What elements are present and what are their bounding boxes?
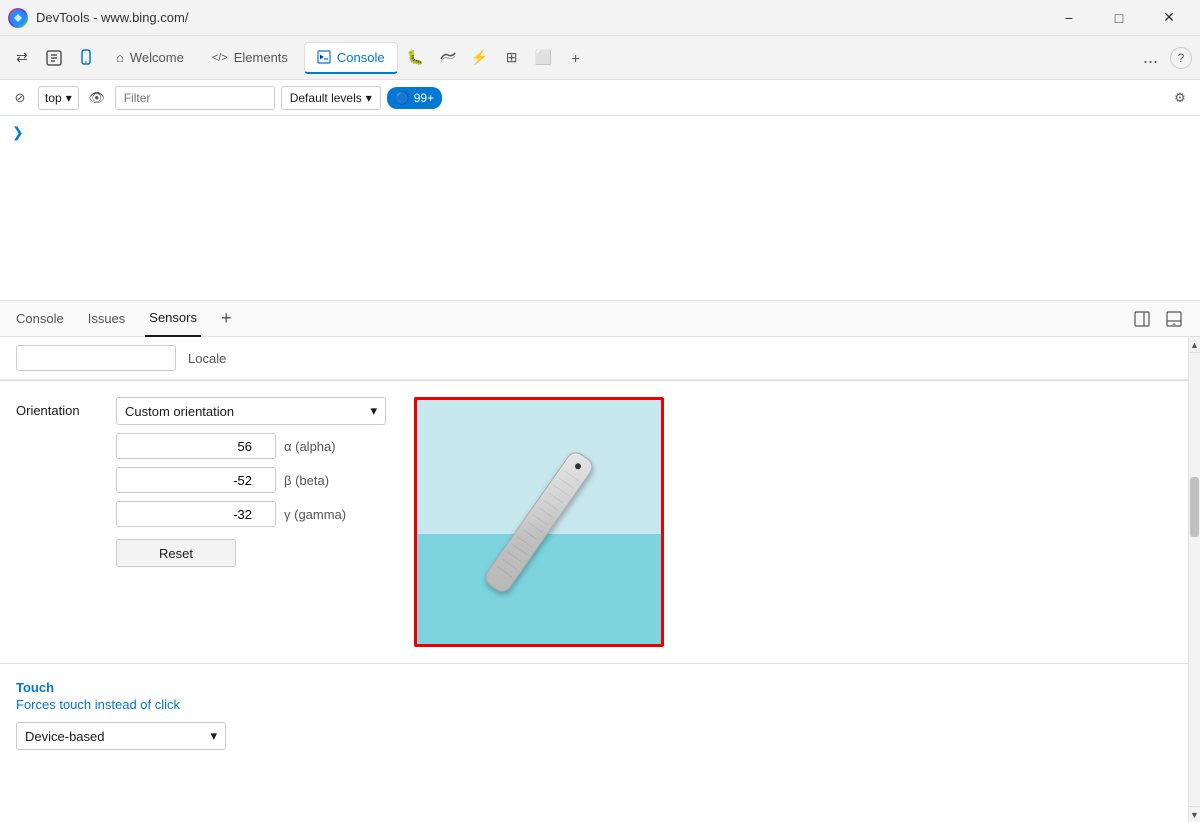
context-selector[interactable]: top ▾ <box>38 86 79 110</box>
dock-side-icon[interactable] <box>1128 305 1156 333</box>
app-logo <box>8 8 28 28</box>
touch-description: Forces touch instead of click <box>16 697 1172 712</box>
touch-section: Touch Forces touch instead of click Devi… <box>0 664 1188 766</box>
gamma-input[interactable] <box>116 501 276 527</box>
expand-icon[interactable]: ❯ <box>0 116 1200 149</box>
chevron-down-icon: ▾ <box>370 403 377 419</box>
tab-welcome-label: Welcome <box>130 50 184 65</box>
tab-console[interactable]: Console <box>304 42 398 74</box>
scroll-down-button[interactable]: ▼ <box>1188 806 1200 822</box>
eye-icon[interactable]: 👁 <box>85 86 109 110</box>
scroll-up-button[interactable]: ▲ <box>1188 337 1200 353</box>
touch-title: Touch <box>16 680 1172 695</box>
touch-dropdown[interactable]: Device-based ▾ <box>16 722 226 750</box>
device-icon[interactable] <box>72 44 100 72</box>
orientation-dropdown[interactable]: Custom orientation ▾ <box>116 397 386 425</box>
tab-application-icon[interactable]: ⬜ <box>530 44 558 72</box>
window-controls: − □ ✕ <box>1046 0 1192 36</box>
gamma-row: γ (gamma) <box>116 501 386 527</box>
maximize-button[interactable]: □ <box>1096 0 1142 36</box>
panel-console-label: Console <box>16 311 64 326</box>
orientation-label: Orientation <box>16 397 96 418</box>
phone-visualization <box>414 397 664 647</box>
beta-row: β (beta) <box>116 467 386 493</box>
chevron-down-icon: ▾ <box>210 728 217 744</box>
context-label: top <box>45 91 62 105</box>
main-content: ❯ Console Issues Sensors + <box>0 116 1200 822</box>
log-levels-button[interactable]: Default levels ▾ <box>281 86 381 110</box>
tab-console-label: Console <box>337 50 385 65</box>
viz-ground <box>417 534 661 644</box>
console-icon <box>317 50 331 64</box>
clear-console-icon[interactable]: ⊘ <box>8 86 32 110</box>
filter-input[interactable] <box>115 86 275 110</box>
chevron-down-icon: ▾ <box>366 91 372 105</box>
dock-bottom-icon[interactable] <box>1160 305 1188 333</box>
close-button[interactable]: ✕ <box>1146 0 1192 36</box>
window-title: DevTools - www.bing.com/ <box>36 10 1038 25</box>
locale-input[interactable] <box>16 345 176 371</box>
tab-add-icon[interactable]: + <box>562 44 590 72</box>
sensors-scroll-area: Locale Orientation Custom orientation ▾ … <box>0 337 1188 822</box>
add-panel-button[interactable]: + <box>217 308 236 329</box>
locale-label: Locale <box>188 351 226 366</box>
back-forward-icon[interactable]: ⇄ <box>8 44 36 72</box>
locale-row: Locale <box>0 337 1188 380</box>
tab-elements-label: Elements <box>234 50 288 65</box>
scrollbar-thumb[interactable] <box>1190 477 1199 537</box>
vertical-scrollbar <box>1188 337 1200 822</box>
orientation-value: Custom orientation <box>125 404 234 419</box>
panel-sensors-label: Sensors <box>149 310 197 325</box>
help-icon[interactable]: ? <box>1170 47 1192 69</box>
beta-input[interactable] <box>116 467 276 493</box>
tab-panel-sensors[interactable]: Sensors <box>145 301 201 337</box>
tab-panel-console[interactable]: Console <box>12 301 68 337</box>
titlebar: DevTools - www.bing.com/ − □ ✕ <box>0 0 1200 36</box>
console-toolbar: ⊘ top ▾ 👁 Default levels ▾ 🔵 99+ ⚙ <box>0 80 1200 116</box>
minimize-button[interactable]: − <box>1046 0 1092 36</box>
more-tabs-button[interactable]: ... <box>1135 43 1166 72</box>
console-output: ❯ <box>0 116 1200 301</box>
panel-action-icons <box>1128 305 1188 333</box>
beta-label: β (beta) <box>284 473 329 488</box>
orientation-controls: Custom orientation ▾ α (alpha) β (beta) … <box>116 397 386 567</box>
reset-button[interactable]: Reset <box>116 539 236 567</box>
messages-count: 99+ <box>414 91 434 105</box>
message-icon: 🔵 <box>395 91 410 105</box>
gamma-label: γ (gamma) <box>284 507 346 522</box>
tab-memory-icon[interactable]: ⊞ <box>498 44 526 72</box>
orientation-section: Orientation Custom orientation ▾ α (alph… <box>0 381 1188 663</box>
tab-welcome[interactable]: ⌂ Welcome <box>104 42 196 74</box>
alpha-input[interactable] <box>116 433 276 459</box>
inspect-icon[interactable] <box>40 44 68 72</box>
tab-performance-icon[interactable]: ⚡ <box>466 44 494 72</box>
settings-icon[interactable]: ⚙ <box>1168 86 1192 110</box>
tab-bar: ⇄ ⌂ Welcome </> Elements Console 🐛 ⚡ ⊞ <box>0 36 1200 80</box>
home-icon: ⌂ <box>116 50 124 65</box>
alpha-label: α (alpha) <box>284 439 336 454</box>
chevron-down-icon: ▾ <box>66 91 72 105</box>
messages-badge[interactable]: 🔵 99+ <box>387 87 442 109</box>
levels-label: Default levels <box>290 91 362 105</box>
panel-tabs-bar: Console Issues Sensors + <box>0 301 1200 337</box>
elements-icon: </> <box>212 52 228 64</box>
sensors-panel: ▲ Locale Orientation Custom orientation … <box>0 337 1200 822</box>
panel-issues-label: Issues <box>88 311 126 326</box>
tab-elements[interactable]: </> Elements <box>200 42 300 74</box>
touch-value: Device-based <box>25 729 105 744</box>
alpha-row: α (alpha) <box>116 433 386 459</box>
tab-network-icon[interactable] <box>434 44 462 72</box>
tab-panel-issues[interactable]: Issues <box>84 301 130 337</box>
tab-debug-icon[interactable]: 🐛 <box>402 44 430 72</box>
